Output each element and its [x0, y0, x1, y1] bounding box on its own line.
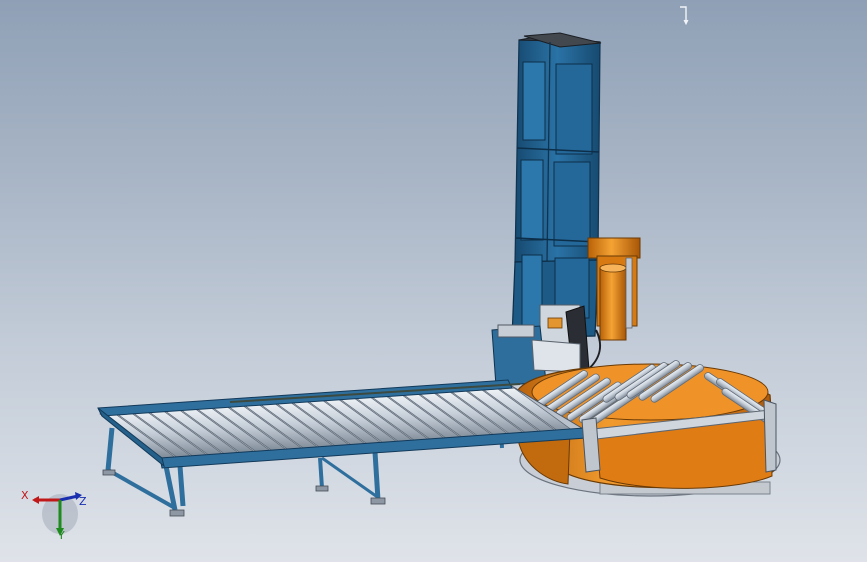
- tower-mast[interactable]: [511, 32, 602, 339]
- infeed-conveyor[interactable]: [97, 379, 587, 517]
- graphics-viewport[interactable]: X Z Y: [0, 0, 867, 562]
- model-scene[interactable]: [0, 0, 867, 562]
- triad-x-label: X: [21, 489, 29, 502]
- triad-z-label: Z: [79, 495, 87, 508]
- triad-y-label: Y: [58, 529, 65, 542]
